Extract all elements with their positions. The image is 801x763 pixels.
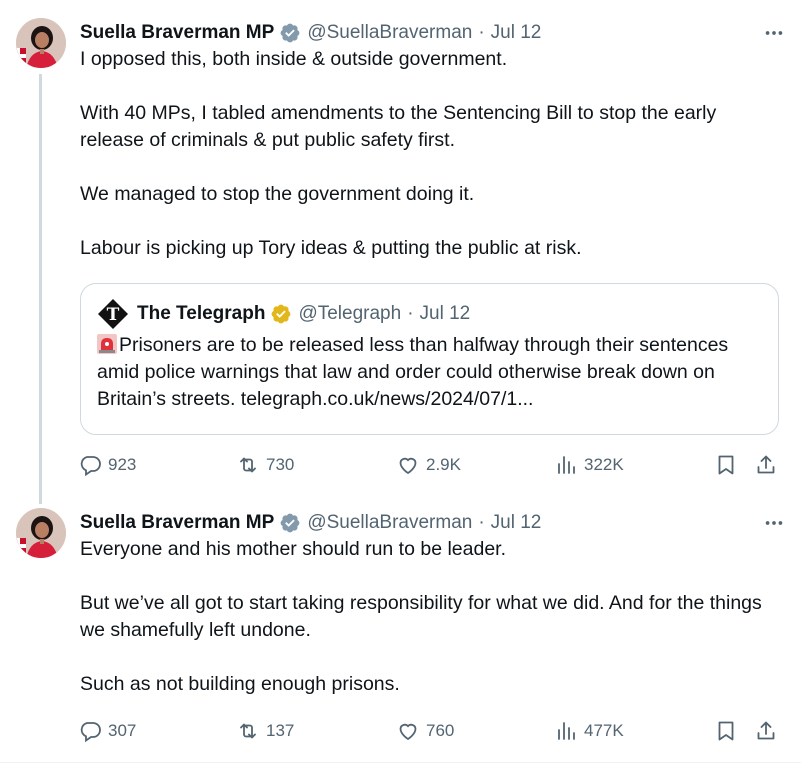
retweet-count: 730 <box>266 455 295 474</box>
tweet-date[interactable]: Jul 12 <box>491 512 542 534</box>
reply-count: 307 <box>108 721 137 740</box>
retweet-icon <box>240 457 256 473</box>
avatar[interactable] <box>16 508 66 558</box>
quoted-author-name[interactable]: The Telegraph <box>137 303 265 325</box>
reply-count: 923 <box>108 455 137 474</box>
quoted-tweet-date[interactable]: Jul 12 <box>420 303 471 325</box>
quoted-tweet-header: T The Telegraph @Telegraph · Jul 12 <box>97 297 762 331</box>
tweet-actions: 923 730 2.9K 322K <box>78 450 781 480</box>
quoted-tweet[interactable]: T The Telegraph @Telegraph · Jul 12 Pris… <box>80 283 779 435</box>
share-icon <box>757 455 775 474</box>
bookmark-icon <box>718 455 734 475</box>
tweet[interactable]: Suella Braverman MP @SuellaBraverman · J… <box>0 490 801 763</box>
tweet-paragraph: With 40 MPs, I tabled amendments to the … <box>80 102 717 151</box>
telegraph-logo-icon[interactable]: T <box>97 298 129 330</box>
view-count: 322K <box>584 455 624 474</box>
tweet-actions: 307 137 760 477K <box>78 716 781 746</box>
views-button[interactable]: 322K <box>554 450 624 480</box>
tweet-paragraph: Such as not building enough prisons. <box>80 673 400 695</box>
retweet-icon <box>240 723 256 739</box>
reply-icon <box>80 456 101 477</box>
heart-icon <box>399 457 417 475</box>
verified-icon <box>279 512 301 534</box>
siren-emoji-icon <box>97 334 117 354</box>
author-handle[interactable]: @SuellaBraverman <box>307 512 472 534</box>
reply-button[interactable]: 923 <box>78 450 136 480</box>
separator: · <box>478 22 485 43</box>
more-icon[interactable] <box>755 21 785 45</box>
quoted-text: Prisoners are to be released less than h… <box>97 334 729 410</box>
reply-icon <box>80 722 101 743</box>
tweet-paragraph: Labour is picking up Tory ideas & puttin… <box>80 237 582 259</box>
avatar[interactable] <box>16 18 66 68</box>
thread-connector <box>39 74 42 504</box>
retweet-button[interactable]: 137 <box>236 716 294 746</box>
retweet-count: 137 <box>266 721 295 740</box>
like-count: 760 <box>426 721 455 740</box>
retweet-button[interactable]: 730 <box>236 450 294 480</box>
tweet-text: Everyone and his mother should run to be… <box>80 536 785 698</box>
author-handle[interactable]: @SuellaBraverman <box>307 22 472 44</box>
heart-icon <box>399 723 417 741</box>
svg-text:T: T <box>107 305 120 325</box>
like-button[interactable]: 2.9K <box>396 450 461 480</box>
reply-button[interactable]: 307 <box>78 716 136 746</box>
tweet-paragraph: We managed to stop the government doing … <box>80 183 475 205</box>
gold-verified-icon <box>270 303 292 325</box>
tweet-paragraph: I opposed this, both inside & outside go… <box>80 48 508 70</box>
tweet-header: Suella Braverman MP @SuellaBraverman · J… <box>80 21 785 45</box>
like-count: 2.9K <box>426 455 461 474</box>
more-icon[interactable] <box>755 511 785 535</box>
share-button[interactable] <box>754 716 778 746</box>
quoted-author-handle[interactable]: @Telegraph <box>298 303 401 325</box>
author-name[interactable]: Suella Braverman MP <box>80 22 274 44</box>
tweet-date[interactable]: Jul 12 <box>491 22 542 44</box>
separator: · <box>478 512 485 533</box>
bookmark-icon <box>718 721 734 741</box>
tweet-paragraph: Everyone and his mother should run to be… <box>80 538 507 560</box>
like-button[interactable]: 760 <box>396 716 454 746</box>
tweet-header: Suella Braverman MP @SuellaBraverman · J… <box>80 511 785 535</box>
views-icon <box>558 722 575 740</box>
view-count: 477K <box>584 721 624 740</box>
bookmark-button[interactable] <box>714 716 738 746</box>
share-icon <box>757 721 775 740</box>
views-icon <box>558 456 575 474</box>
author-name[interactable]: Suella Braverman MP <box>80 512 274 534</box>
share-button[interactable] <box>754 450 778 480</box>
tweet-text: I opposed this, both inside & outside go… <box>80 46 785 262</box>
verified-icon <box>279 22 301 44</box>
views-button[interactable]: 477K <box>554 716 624 746</box>
bookmark-button[interactable] <box>714 450 738 480</box>
separator: · <box>407 303 414 324</box>
tweet-paragraph: But we’ve all got to start taking respon… <box>80 592 762 641</box>
tweet[interactable]: Suella Braverman MP @SuellaBraverman · J… <box>0 0 801 504</box>
quoted-tweet-text: Prisoners are to be released less than h… <box>97 332 762 413</box>
